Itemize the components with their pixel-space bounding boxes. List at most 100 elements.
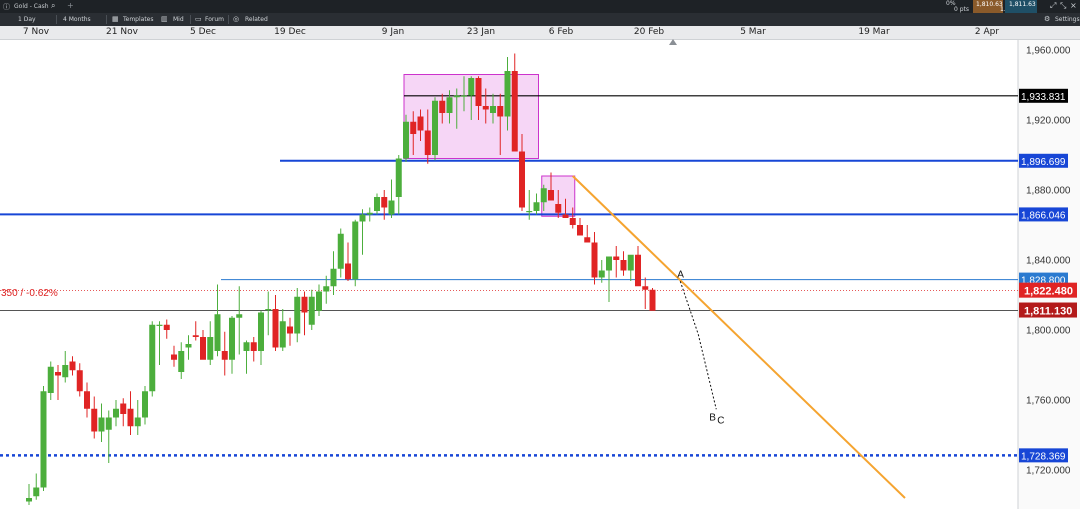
candle-body xyxy=(562,214,569,218)
candle-body xyxy=(163,324,170,330)
candle-body xyxy=(461,95,467,97)
candle-body xyxy=(381,197,388,208)
candle-body xyxy=(613,256,620,260)
level-tag-label: 1,896.699 xyxy=(1021,157,1066,168)
candle-body xyxy=(55,372,61,376)
candle-body xyxy=(432,100,438,155)
candle-body xyxy=(620,260,627,271)
candle-body xyxy=(417,116,424,131)
candle-body xyxy=(142,391,148,418)
candle-body xyxy=(207,337,214,360)
price-chart[interactable]: A B C 1,960.000 1,920.000 1,880.000 1,840.000… xyxy=(0,0,1080,509)
drawings: A B C xyxy=(572,175,906,499)
candle-body xyxy=(272,309,279,348)
sell-price-label: 1,811.130 xyxy=(1024,306,1072,318)
candle-body xyxy=(229,317,235,360)
candle-body xyxy=(200,337,206,360)
candle-body xyxy=(221,351,228,360)
y-tick-label: 1,960.000 xyxy=(1026,46,1071,57)
candle-body xyxy=(540,188,547,203)
candle-body xyxy=(584,237,591,243)
candle-body xyxy=(627,254,634,271)
candle-body xyxy=(84,391,90,409)
level-tag-label: 1,933.831 xyxy=(1021,92,1066,103)
candle-body xyxy=(323,286,330,292)
wave-label: B xyxy=(709,412,716,423)
candle-body xyxy=(265,309,272,311)
candle-body xyxy=(359,214,366,222)
candle-body xyxy=(533,202,540,211)
candle-body xyxy=(439,100,446,113)
candle-body xyxy=(388,200,395,215)
candle-body xyxy=(69,361,76,371)
candle-body xyxy=(33,487,40,497)
candle-body xyxy=(410,121,417,134)
candle-body xyxy=(287,326,293,334)
candle-body xyxy=(308,296,315,325)
candle-body xyxy=(555,204,562,213)
trend-line xyxy=(572,175,906,499)
candle-body xyxy=(337,233,344,269)
candle-body xyxy=(366,212,373,215)
candle-body xyxy=(395,158,402,197)
candle-body xyxy=(548,190,554,201)
y-tick-label: 1,800.000 xyxy=(1026,326,1071,337)
candle-body xyxy=(482,106,489,110)
candle-body xyxy=(26,498,32,502)
candle-body xyxy=(316,291,322,311)
candle-body xyxy=(279,321,286,348)
candle-body xyxy=(250,342,257,351)
y-tick-label: 1,720.000 xyxy=(1026,466,1071,477)
candle-body xyxy=(569,218,576,225)
candle-body xyxy=(98,417,105,432)
candle-body xyxy=(192,335,199,337)
elliott-projection xyxy=(679,281,717,410)
candle-body xyxy=(149,324,156,392)
candle-body xyxy=(156,324,163,326)
candle-body xyxy=(127,408,134,427)
candle-body xyxy=(468,78,475,96)
candle-body xyxy=(301,296,308,313)
y-tick-label: 1,880.000 xyxy=(1026,186,1071,197)
candle-body xyxy=(424,130,431,155)
candle-body xyxy=(497,106,504,117)
candle-body xyxy=(40,391,47,488)
candle-body xyxy=(236,314,243,318)
candle-body xyxy=(526,211,533,213)
candle-body xyxy=(178,351,185,372)
candle-body xyxy=(352,221,359,280)
candle-body xyxy=(76,370,83,392)
candle-body xyxy=(453,95,460,98)
candle-body xyxy=(120,403,127,414)
candle-body xyxy=(519,151,525,208)
candle-body xyxy=(511,71,518,152)
change-annotation: 350 / -0.62% xyxy=(1,288,58,299)
candle-body xyxy=(134,417,141,427)
candle-body xyxy=(606,256,612,271)
candle-body xyxy=(258,312,264,351)
wave-label: C xyxy=(717,415,724,426)
candle-body xyxy=(490,106,496,113)
y-tick-label: 1,920.000 xyxy=(1026,116,1071,127)
candle-body xyxy=(504,71,511,117)
candle-body xyxy=(591,242,598,278)
candle-body xyxy=(113,408,119,418)
candle-body xyxy=(374,197,380,211)
candle-body xyxy=(62,365,69,378)
candle-body xyxy=(577,225,583,236)
candle-body xyxy=(649,289,656,311)
candle-body xyxy=(330,268,337,287)
candle-body xyxy=(642,286,649,290)
candle-body xyxy=(635,254,641,287)
candle-body xyxy=(243,342,250,351)
candle-body xyxy=(105,417,112,430)
candle-body xyxy=(171,354,177,360)
candle-body xyxy=(403,121,409,159)
y-tick-label: 1,760.000 xyxy=(1026,396,1071,407)
candle-body xyxy=(91,408,98,432)
candle-body xyxy=(446,97,453,113)
buy-price-label: 1,822.480 xyxy=(1024,286,1073,298)
candle-body xyxy=(345,263,351,280)
candle-body xyxy=(47,366,54,393)
candle-body xyxy=(598,270,605,278)
